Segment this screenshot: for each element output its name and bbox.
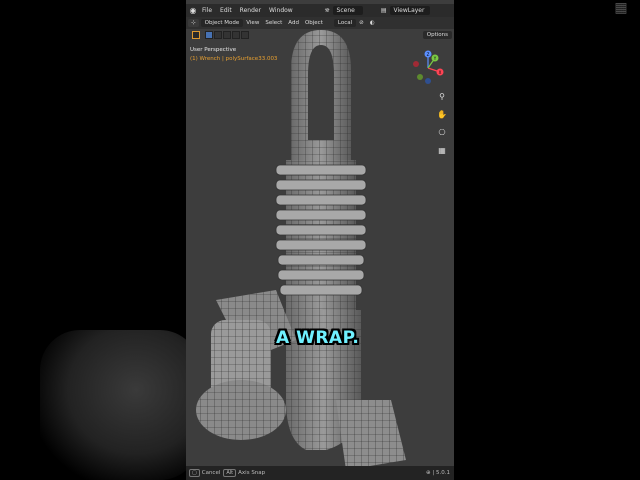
grid-icon: ▦	[614, 0, 628, 16]
scene-icon: ⛯	[324, 6, 330, 14]
navigation-gizmo[interactable]: Z X Y	[408, 48, 448, 88]
menu-window[interactable]: Window	[265, 7, 297, 14]
gizmo-z-label: Z	[427, 52, 430, 57]
axis-snap-label: Axis Snap	[238, 470, 266, 476]
select-tool-icon[interactable]	[192, 31, 200, 39]
menu-object[interactable]: Object	[302, 20, 326, 26]
select-mode-new-icon[interactable]	[205, 31, 213, 39]
blender-logo-icon[interactable]: ◉	[188, 6, 198, 15]
zoom-icon[interactable]: ⚲	[436, 90, 448, 102]
tool-row	[192, 31, 249, 39]
blurred-mesh	[40, 330, 200, 480]
menu-render[interactable]: Render	[236, 7, 265, 14]
select-mode-subtract-icon[interactable]	[223, 31, 231, 39]
select-mode-intersect-icon[interactable]	[241, 31, 249, 39]
snap-icon[interactable]: ⊘	[356, 20, 367, 26]
alt-key: Alt	[223, 469, 237, 477]
perspective-label: User Perspective	[190, 47, 237, 53]
mode-dropdown[interactable]: Object Mode	[200, 19, 244, 27]
view-layer-selector[interactable]: ▤ ViewLayer	[381, 6, 431, 15]
scene-name[interactable]: Scene	[332, 6, 363, 15]
object-info-label: (1) Wrench | polySurface33.003	[190, 56, 278, 62]
shading-icon[interactable]: ◐	[367, 20, 378, 26]
menu-edit[interactable]: Edit	[216, 7, 236, 14]
pan-hand-icon[interactable]: ✋	[436, 108, 448, 120]
select-mode-extend-icon[interactable]	[214, 31, 222, 39]
menu-add[interactable]: Add	[285, 20, 302, 26]
version-number: 5.0.1	[436, 470, 450, 476]
menu-file[interactable]: File	[198, 7, 216, 14]
gizmo-y-label: Y	[433, 56, 437, 61]
version-label: ⊕ | 5.0.1	[426, 470, 450, 476]
viewport-info: User Perspective (1) Wrench | polySurfac…	[190, 46, 277, 64]
mouse-icon: ▢	[189, 469, 200, 477]
gizmo-x-label: X	[439, 70, 442, 75]
viewport-nav-icons: ⚲ ✋ ⎔ ▦	[436, 90, 448, 156]
view-layer-icon: ▤	[380, 7, 387, 14]
top-menu-bar: ◉ File Edit Render Window ⛯ Scene ▤ View…	[186, 4, 454, 17]
view-layer-name[interactable]: ViewLayer	[389, 6, 431, 15]
camera-icon[interactable]: ⎔	[436, 126, 448, 138]
options-dropdown[interactable]: Options	[422, 31, 452, 39]
caption-text: A WRAP.	[276, 328, 360, 348]
cancel-label: Cancel	[201, 470, 221, 476]
editor-type-icon[interactable]: ⊹	[188, 19, 199, 27]
scene-selector[interactable]: ⛯ Scene	[325, 6, 363, 15]
transform-orientation-dropdown[interactable]: Local	[333, 19, 357, 27]
grid-view-icon[interactable]: ▦	[436, 144, 448, 156]
blender-window: ◉ File Edit Render Window ⛯ Scene ▤ View…	[186, 0, 454, 480]
viewport-header: ⊹ Object Mode View Select Add Object Loc…	[186, 17, 454, 29]
menu-view[interactable]: View	[243, 20, 262, 26]
status-bar: ▢ Cancel Alt Axis Snap ⊕ | 5.0.1	[186, 466, 454, 480]
select-mode-invert-icon[interactable]	[232, 31, 240, 39]
menu-select[interactable]: Select	[262, 20, 285, 26]
